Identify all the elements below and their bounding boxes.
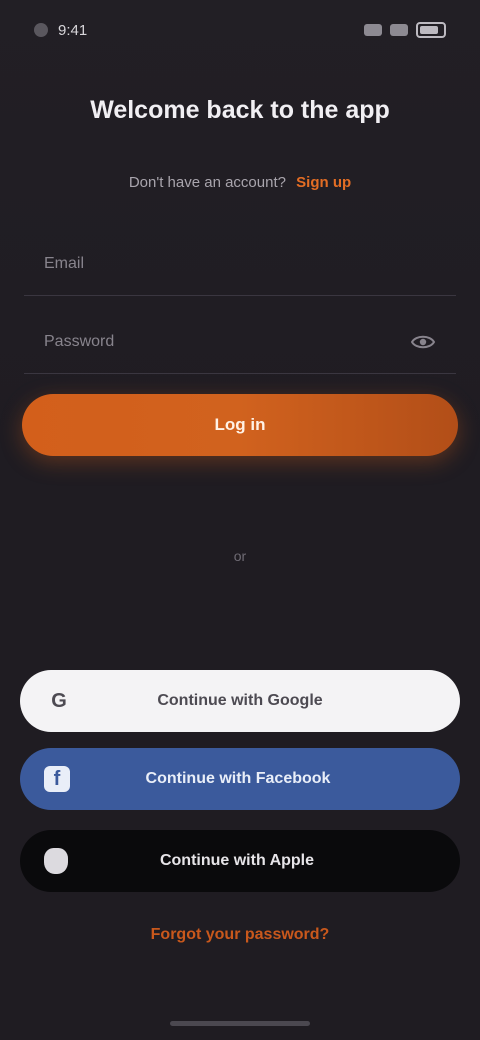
apple-login-label: Continue with Apple <box>159 852 315 869</box>
home-indicator[interactable] <box>170 1021 310 1026</box>
apple-login-button[interactable]: Continue with Apple <box>20 830 460 892</box>
signup-prompt-line: Don't have an account? Sign up <box>0 174 480 191</box>
google-login-button[interactable]: G Continue with Google <box>20 670 460 732</box>
signup-link[interactable]: Sign up <box>296 174 351 191</box>
google-login-label: Continue with Google <box>157 692 323 709</box>
status-bar: 9:41 <box>0 0 480 60</box>
or-divider: or <box>233 548 247 564</box>
facebook-login-button[interactable]: f Continue with Facebook <box>20 748 460 810</box>
signup-prompt: Don't have an account? <box>128 174 286 191</box>
battery-icon <box>416 22 446 38</box>
password-field-container <box>24 310 456 374</box>
signal-icon <box>364 24 382 36</box>
status-bar-right <box>364 22 446 38</box>
login-screen: 9:41 Welcome back to the app Don't have … <box>0 0 480 1040</box>
wifi-icon <box>390 24 408 36</box>
login-button[interactable]: Log in <box>22 394 458 456</box>
status-bar-left: 9:41 <box>34 22 87 39</box>
show-password-eye-icon[interactable] <box>408 327 438 357</box>
password-field[interactable] <box>42 331 408 352</box>
email-field-container <box>24 232 456 296</box>
facebook-login-label: Continue with Facebook <box>145 770 331 787</box>
status-time: 9:41 <box>58 21 88 39</box>
forgot-password-link[interactable]: Forgot your password? <box>0 926 480 944</box>
page-title: Welcome back to the app <box>90 96 390 124</box>
facebook-icon: f <box>44 766 70 792</box>
google-icon: G <box>51 689 67 712</box>
email-field[interactable] <box>42 253 438 274</box>
camera-icon <box>34 23 48 37</box>
apple-icon <box>44 848 68 874</box>
